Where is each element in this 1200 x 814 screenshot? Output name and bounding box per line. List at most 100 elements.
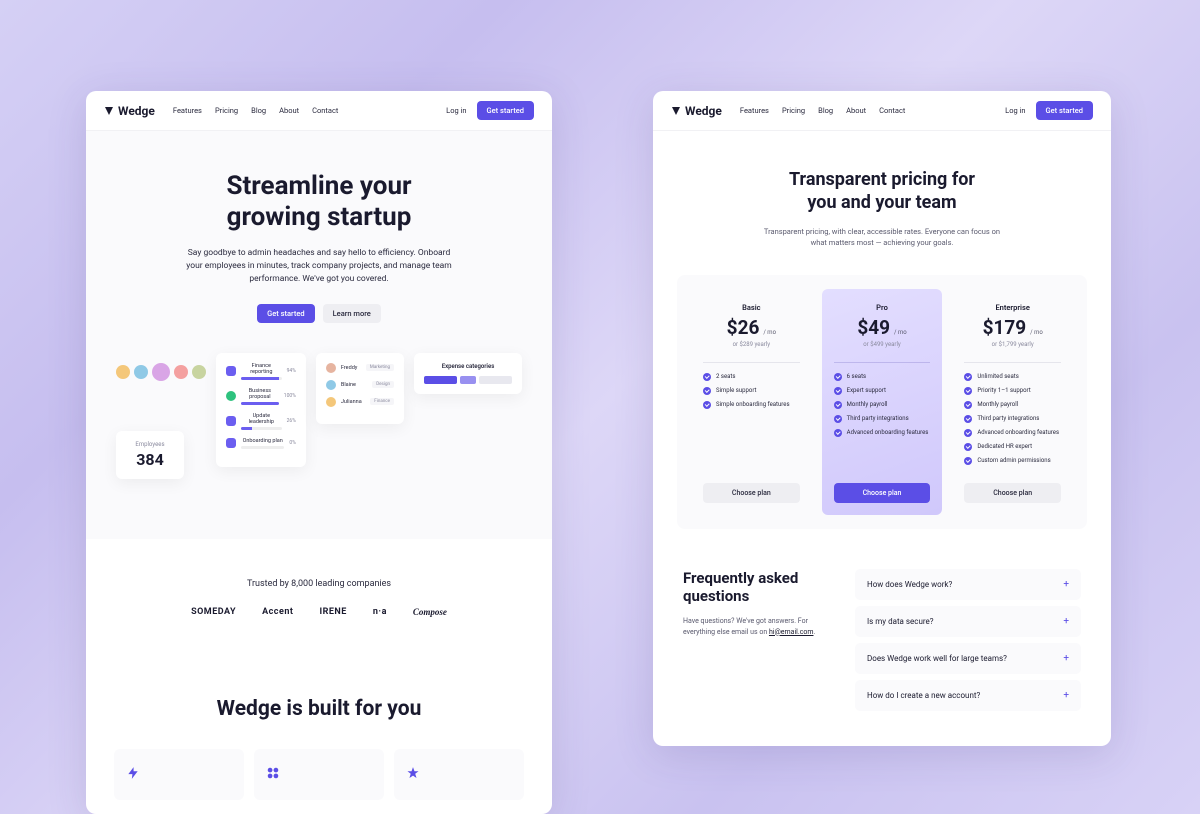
faq-item[interactable]: Is my data secure? + [855, 606, 1081, 637]
feature-text: Monthly payroll [847, 401, 888, 408]
nav-link-contact[interactable]: Contact [312, 106, 338, 115]
check-icon [964, 443, 972, 451]
nav-link-blog[interactable]: Blog [818, 106, 833, 115]
progress-card: Finance reporting94%Business proposal100… [216, 353, 306, 467]
feature-text: Simple onboarding features [716, 401, 790, 408]
person-avatar [326, 380, 336, 390]
person-avatar [326, 363, 336, 373]
avatar-icon [152, 363, 170, 381]
faq-question: Is my data secure? [867, 617, 934, 626]
faq-item[interactable]: How do I create a new account?+ [855, 680, 1081, 711]
nav-cta-button[interactable]: Get started [1036, 101, 1093, 120]
built-section: Wedge is built for you [86, 657, 552, 800]
feature-text: Expert support [847, 387, 886, 394]
nav-link-features[interactable]: Features [740, 106, 769, 115]
feature-text: Third party integrations [847, 415, 909, 422]
feature-text: Priority 1–1 support [977, 387, 1030, 394]
check-icon [964, 429, 972, 437]
plan-enterprise: Enterprise$179 / moor $1,799 yearlyUnlim… [952, 289, 1073, 515]
plan-pro: Pro$49 / moor $499 yearly6 seatsExpert s… [822, 289, 943, 515]
check-icon [834, 401, 842, 409]
plan-period: / mo [763, 329, 776, 336]
faq-email-link[interactable]: hi@email.com [769, 628, 814, 636]
login-link[interactable]: Log in [1005, 106, 1025, 115]
plan-yearly: or $289 yearly [703, 341, 800, 348]
feature-text: Unlimited seats [977, 373, 1018, 380]
choose-plan-button[interactable]: Choose plan [964, 483, 1061, 503]
plus-icon: + [1063, 616, 1069, 627]
expense-bar [424, 376, 457, 384]
plan-yearly: or $499 yearly [834, 341, 931, 348]
plan-basic: Basic$26 / moor $289 yearly2 seatsSimple… [691, 289, 812, 515]
check-icon [964, 415, 972, 423]
nav-link-features[interactable]: Features [173, 106, 202, 115]
progress-pct: 100% [284, 393, 296, 399]
hero-section: Streamline yourgrowing startup Say goodb… [86, 131, 552, 539]
check-icon [834, 429, 842, 437]
plan-yearly: or $1,799 yearly [964, 341, 1061, 348]
plan-name: Enterprise [964, 303, 1061, 312]
hero-title: Streamline yourgrowing startup [106, 171, 532, 233]
choose-plan-button[interactable]: Choose plan [703, 483, 800, 503]
feature-text: Dedicated HR expert [977, 443, 1032, 450]
faq-item[interactable]: Does Wedge work well for large teams?+ [855, 643, 1081, 674]
nav-link-about[interactable]: About [846, 106, 866, 115]
top-nav: Wedge Features Pricing Blog About Contact Lo… [86, 91, 552, 131]
check-icon [964, 457, 972, 465]
brand-logo[interactable]: Wedge [104, 104, 155, 118]
pricing-page-right: Wedge Features Pricing Blog About Contact Lo… [653, 91, 1111, 746]
person-name: Julianna [341, 399, 362, 405]
progress-icon [226, 438, 236, 448]
faq-question: How does Wedge work? [867, 580, 952, 589]
faq-item[interactable]: How does Wedge work? + [855, 569, 1081, 600]
partner-logo: n·a [373, 607, 387, 617]
employees-count: 384 [126, 450, 174, 469]
people-card: FreddyMarketingBlaineDesignJuliannaFinan… [316, 353, 404, 424]
pricing-plans: Basic$26 / moor $289 yearly2 seatsSimple… [677, 275, 1087, 529]
progress-icon [226, 391, 236, 401]
faq-question: How do I create a new account? [867, 691, 980, 700]
feature-text: Third party integrations [977, 415, 1039, 422]
plan-name: Basic [703, 303, 800, 312]
check-icon [834, 415, 842, 423]
feature-card [254, 749, 384, 800]
login-link[interactable]: Log in [446, 106, 466, 115]
check-icon [964, 373, 972, 381]
nav-link-contact[interactable]: Contact [879, 106, 905, 115]
feature-card [114, 749, 244, 800]
avatar-icon [174, 365, 188, 379]
brand-logo[interactable]: Wedge [671, 104, 722, 118]
check-icon [964, 387, 972, 395]
faq-description: Have questions? We've got answers. For e… [683, 616, 833, 637]
star-icon [406, 766, 420, 780]
wedge-icon [671, 106, 681, 116]
nav-link-pricing[interactable]: Pricing [215, 106, 238, 115]
pricing-subtitle: Transparent pricing, with clear, accessi… [757, 226, 1007, 249]
nav-link-blog[interactable]: Blog [251, 106, 266, 115]
top-nav: Wedge Features Pricing Blog About Contact Lo… [653, 91, 1111, 131]
choose-plan-button[interactable]: Choose plan [834, 483, 931, 503]
avatar-icon [134, 365, 148, 379]
pricing-hero: Transparent pricing foryou and your team… [653, 131, 1111, 275]
faq-question: Does Wedge work well for large teams? [867, 654, 1007, 663]
check-icon [834, 373, 842, 381]
plan-price: $179 [983, 316, 1027, 339]
expense-card: Expense categories [414, 353, 522, 394]
nav-link-about[interactable]: About [279, 106, 299, 115]
expense-bar [460, 376, 476, 384]
nav-link-pricing[interactable]: Pricing [782, 106, 805, 115]
plus-icon: + [1063, 579, 1069, 590]
hero-primary-button[interactable]: Get started [257, 304, 314, 323]
progress-icon [226, 366, 236, 376]
trusted-section: Trusted by 8,000 leading companies SOMED… [86, 539, 552, 657]
nav-cta-button[interactable]: Get started [477, 101, 534, 120]
hero-secondary-button[interactable]: Learn more [323, 304, 381, 323]
avatar-icon [192, 365, 206, 379]
progress-title: Business proposal [241, 388, 279, 400]
employees-label: Employees [126, 441, 174, 448]
feature-card [394, 749, 524, 800]
wedge-icon [104, 106, 114, 116]
feature-text: Custom admin permissions [977, 457, 1050, 464]
plan-price: $49 [857, 316, 890, 339]
progress-pct: 0% [289, 440, 295, 446]
